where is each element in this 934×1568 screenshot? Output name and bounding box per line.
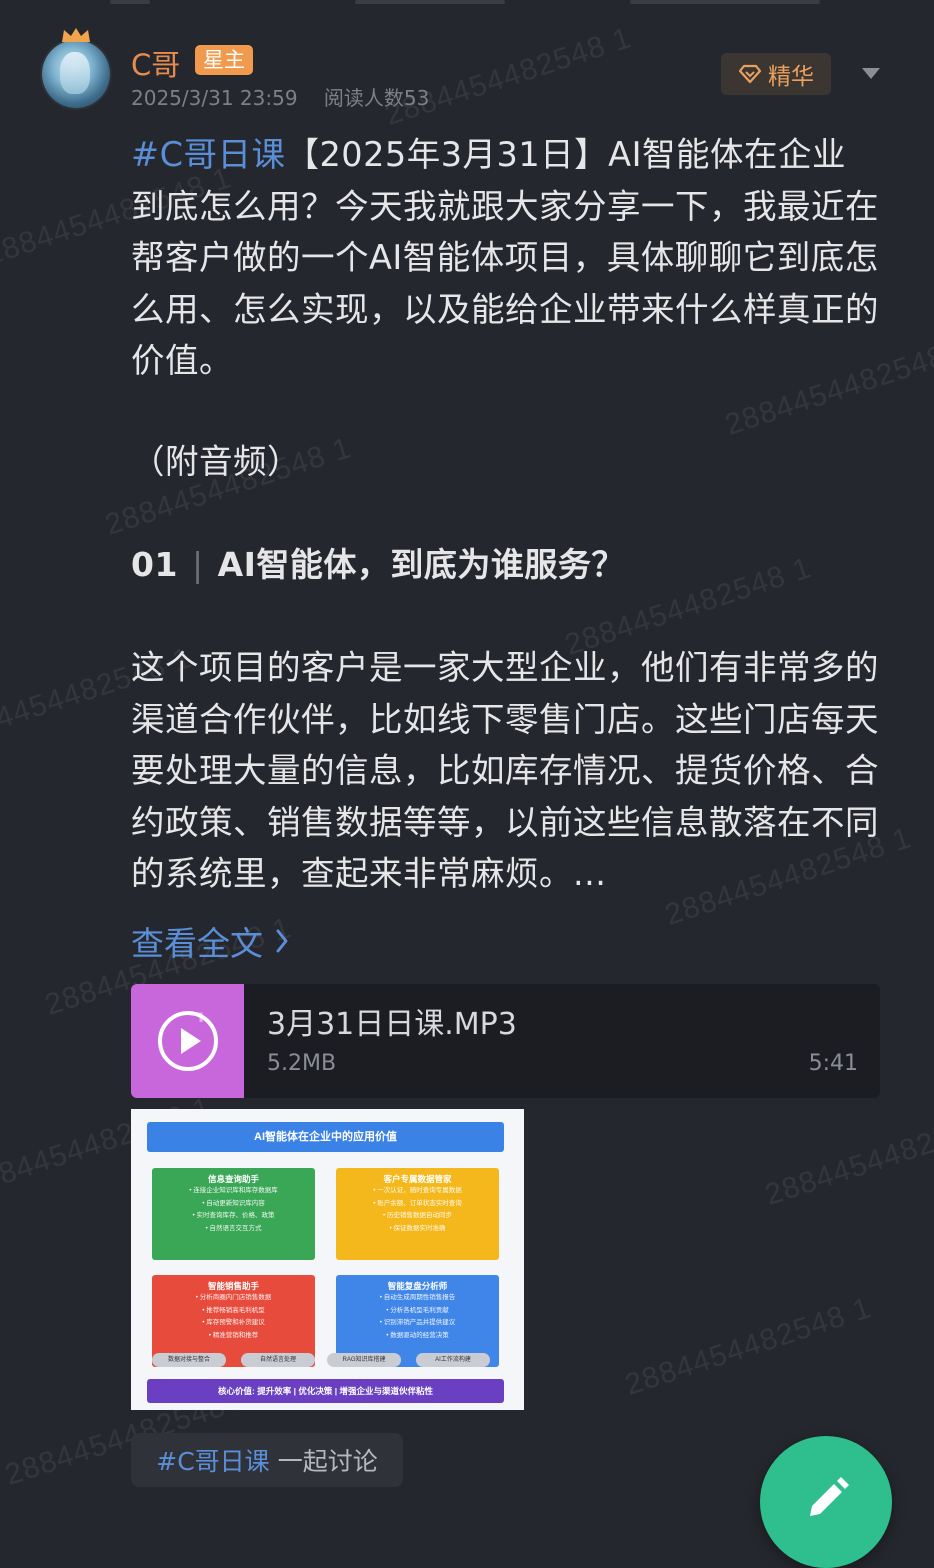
diamond-icon — [738, 64, 762, 84]
info-card: 客户专属数据管家 • 一次认证，随时查询专属数据 • 账户余额、订单状态实时查询… — [336, 1168, 499, 1260]
card-line: • 实时查询库存、价格、政策 — [192, 1212, 275, 1219]
heading-number: 01 — [131, 545, 178, 584]
card-line: • 自然语言交互方式 — [205, 1224, 262, 1232]
card-line: • 账户余额、订单状态实时查询 — [373, 1199, 462, 1207]
card-title: 智能销售助手 — [207, 1281, 259, 1291]
card-line: • 一次认证，随时查询专属数据 — [373, 1187, 462, 1194]
card-line: • 历史销售数据自动同步 — [382, 1212, 453, 1219]
hashtag-link[interactable]: #C哥日课 — [131, 135, 285, 174]
edit-pencil-icon — [810, 1477, 849, 1516]
heading-separator: | — [191, 545, 204, 584]
essence-label: 精华 — [768, 64, 814, 90]
post-meta: 2025/3/31 23:59 阅读人数53 — [131, 82, 429, 111]
owner-badge: 星主 — [195, 45, 253, 75]
tech-pill: RAG知识库搭建 — [327, 1353, 401, 1367]
tech-pill: AI工作流构建 — [416, 1353, 490, 1367]
essence-badge: 精华 — [721, 53, 831, 95]
post-paragraph-2: （附音频） — [131, 442, 301, 481]
read-more-label: 查看全文 — [131, 924, 263, 963]
attached-image[interactable]: AI智能体在企业中的应用价值 信息查询助手 • 连接企业知识库和库存数据库 • … — [131, 1109, 524, 1410]
infographic-title: AI智能体在企业中的应用价值 — [147, 1122, 504, 1152]
tech-pill: 数据对接与整合 — [152, 1353, 226, 1367]
card-title: 信息查询助手 — [207, 1174, 259, 1184]
music-play-icon — [158, 1011, 218, 1071]
tech-pill: 自然语言处理 — [241, 1353, 315, 1367]
card-line: • 分析商圈内门店销售数据 — [195, 1294, 272, 1301]
card-title: 客户专属数据管家 — [383, 1174, 452, 1184]
audio-attachment[interactable]: 3月31日日课.MP3 5.2MB 5:41 — [131, 984, 880, 1098]
compose-fab[interactable] — [760, 1436, 892, 1568]
avatar[interactable] — [42, 40, 110, 108]
watermark-text: 2884454482548 1 — [761, 1101, 934, 1212]
post-date: 2025/3/31 23:59 — [131, 86, 298, 110]
card-line: • 推荐畅销高毛利机型 — [202, 1306, 265, 1314]
read-more-link[interactable]: 查看全文 — [131, 917, 289, 965]
card-title: 智能复盘分析师 — [387, 1281, 448, 1291]
card-line: • 连接企业知识库和库存数据库 — [189, 1187, 278, 1194]
card-line: • 保证数据实时准确 — [389, 1224, 446, 1232]
audio-duration: 5:41 — [808, 1051, 858, 1076]
heading-text: AI智能体，到底为谁服务？ — [217, 545, 625, 584]
card-line: • 分析各机型毛利贡献 — [386, 1306, 449, 1314]
card-line: • 自动更新知识库内容 — [202, 1199, 265, 1207]
post-paragraph-1: #C哥日课【2025年3月31日】AI智能体在企业到底怎么用？今天我就跟大家分享… — [131, 129, 879, 387]
post-paragraph-3: 这个项目的客户是一家大型企业，他们有非常多的渠道合作伙伴，比如线下零售门店。这些… — [131, 648, 879, 893]
card-line: • 自动生成周期性销售报告 — [379, 1294, 456, 1301]
card-line: • 数据驱动的经营决策 — [386, 1331, 449, 1339]
card-line: • 库存预警和补货建议 — [202, 1319, 265, 1326]
discuss-label: 一起讨论 — [277, 1447, 378, 1476]
top-edge-bar — [0, 0, 934, 4]
audio-title: 3月31日日课.MP3 — [267, 1007, 517, 1042]
card-line: • 识别滞销产品并提供建议 — [379, 1319, 456, 1326]
info-card: 信息查询助手 • 连接企业知识库和库存数据库 • 自动更新知识库内容 • 实时查… — [152, 1168, 315, 1260]
card-line: • 精准营销和推荐 — [208, 1331, 259, 1339]
chevron-right-icon — [276, 929, 288, 953]
audio-cover[interactable] — [131, 984, 244, 1098]
audio-size: 5.2MB — [267, 1051, 337, 1076]
chevron-down-icon[interactable] — [861, 67, 881, 81]
discuss-tag: #C哥日课 — [156, 1447, 270, 1476]
watermark-text: 2884454482548 1 — [381, 21, 636, 132]
crown-icon — [62, 28, 90, 42]
infographic-footer: 核心价值: 提升效率 | 优化决策 | 增强企业与渠道伙伴粘性 — [147, 1379, 504, 1403]
discuss-button[interactable]: #C哥日课 一起讨论 — [131, 1433, 403, 1487]
author-name[interactable]: C哥 — [131, 42, 180, 84]
watermark-text: 2884454482548 1 — [621, 1291, 876, 1402]
section-heading: 01 | AI智能体，到底为谁服务？ — [131, 539, 879, 590]
read-count: 阅读人数53 — [323, 86, 430, 110]
